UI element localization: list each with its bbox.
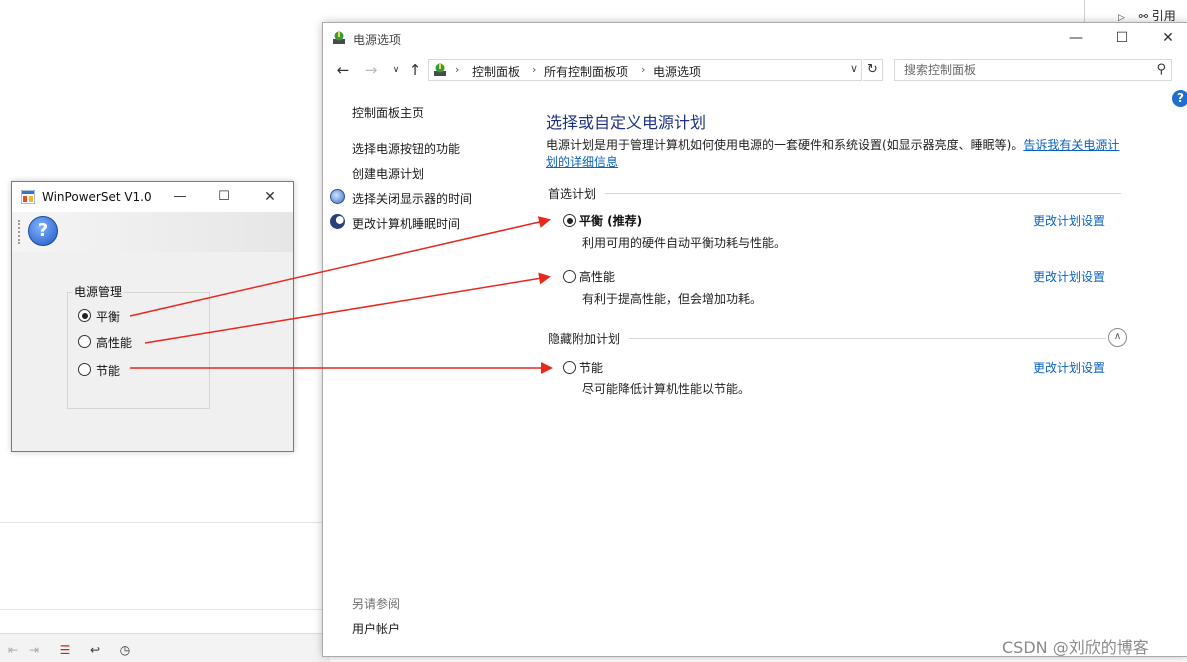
recent-dropdown-icon[interactable]: ∨ (387, 65, 405, 75)
window-title: WinPowerSet V1.0 (42, 190, 152, 204)
tree-item-label: 引用 (1151, 9, 1176, 23)
indent-icon[interactable]: ⇥ (26, 642, 42, 658)
plan-name-high-performance[interactable]: 高性能 (579, 268, 615, 285)
sidebar-link-sleep[interactable]: 更改计算机睡眠时间 (352, 215, 460, 232)
title-bar[interactable]: WinPowerSet V1.0 — ☐ ✕ (12, 182, 293, 212)
sidebar-link-create-plan[interactable]: 创建电源计划 (352, 165, 424, 182)
radio-power-saver[interactable] (78, 363, 91, 376)
plan-radio-high-performance[interactable] (563, 270, 576, 283)
power-group-label: 电源管理 (72, 283, 125, 300)
page-title: 选择或自定义电源计划 (546, 113, 707, 132)
outdent-icon[interactable]: ⇤ (5, 642, 21, 658)
display-timer-icon (330, 189, 345, 204)
power-options-window: 电源选项 — ☐ ✕ ← → ∨ ↑ › 控制面板 › 所有控制面板项 › 电源… (322, 22, 1187, 657)
ide-divider (0, 609, 330, 610)
clear-list-icon[interactable]: ☰ (57, 642, 73, 658)
power-options-icon (333, 31, 345, 44)
description-text: 电源计划是用于管理计算机如何使用电源的一套硬件和系统设置(如显示器亮度、睡眠等)… (546, 138, 1024, 152)
watermark-text: CSDN @刘欣的博客 (1002, 638, 1149, 657)
change-plan-settings-link[interactable]: 更改计划设置 (1033, 268, 1105, 285)
search-input[interactable] (895, 60, 1145, 80)
breadcrumb-all-items[interactable]: 所有控制面板项 (544, 63, 628, 80)
radio-high-performance[interactable] (78, 335, 91, 348)
close-button[interactable]: ✕ (1145, 23, 1187, 53)
plan-desc-balanced: 利用可用的硬件自动平衡功耗与性能。 (582, 236, 787, 250)
radio-label-power-saver[interactable]: 节能 (96, 362, 120, 379)
forward-arrow-icon[interactable]: → (362, 61, 380, 79)
help-icon[interactable]: ? (1172, 90, 1187, 107)
search-box: ⚲ (894, 59, 1172, 81)
plan-radio-balanced[interactable] (563, 214, 576, 227)
address-dropdown-icon[interactable]: ∨ (850, 62, 858, 75)
breadcrumb-power-options[interactable]: 电源选项 (653, 63, 701, 80)
ide-bottom-toolbar: ⇤ ⇥ ☰ ↩ ◷ (0, 633, 330, 662)
collapse-chevron-icon[interactable]: ∧ (1108, 328, 1127, 347)
preferred-plans-header: 首选计划 (548, 187, 597, 201)
minimize-button[interactable]: — (157, 182, 203, 212)
sidebar-link-display-off[interactable]: 选择关闭显示器的时间 (352, 190, 472, 207)
back-arrow-icon[interactable]: ← (334, 61, 352, 79)
help-icon[interactable]: ? (28, 216, 58, 246)
radio-label-high-performance[interactable]: 高性能 (96, 334, 132, 351)
hidden-plans-header: 隐藏附加计划 (548, 332, 621, 346)
winpowerset-window: WinPowerSet V1.0 — ☐ ✕ ? 电源管理 平衡 高性能 节能 (11, 181, 294, 452)
group-divider (629, 338, 1106, 339)
user-accounts-link[interactable]: 用户帐户 (352, 620, 400, 637)
sleep-moon-icon (330, 214, 345, 229)
title-bar[interactable]: 电源选项 — ☐ ✕ (323, 23, 1187, 53)
sidebar-home-link[interactable]: 控制面板主页 (352, 104, 424, 121)
change-plan-settings-link[interactable]: 更改计划设置 (1033, 359, 1105, 376)
panel-border (1084, 0, 1085, 24)
toolbar-grip[interactable] (18, 220, 20, 244)
plan-radio-power-saver[interactable] (563, 361, 576, 374)
navigation-bar: ← → ∨ ↑ › 控制面板 › 所有控制面板项 › 电源选项 ∨ ↻ ⚲ (323, 55, 1187, 85)
plan-name-balanced[interactable]: 平衡 (推荐) (579, 212, 642, 229)
breadcrumb-separator-icon[interactable]: › (641, 63, 645, 76)
breadcrumb-separator-icon[interactable]: › (455, 63, 459, 76)
up-arrow-icon[interactable]: ↑ (406, 61, 424, 79)
radio-label-balanced[interactable]: 平衡 (96, 308, 120, 325)
clock-icon[interactable]: ◷ (117, 642, 133, 658)
refresh-icon[interactable]: ↻ (863, 59, 883, 81)
change-plan-settings-link[interactable]: 更改计划设置 (1033, 212, 1105, 229)
plan-desc-high-performance: 有利于提高性能，但会增加功耗。 (582, 292, 763, 306)
close-button[interactable]: ✕ (247, 182, 293, 212)
plan-name-power-saver[interactable]: 节能 (579, 359, 603, 376)
radio-balanced[interactable] (78, 309, 91, 322)
toolbar: ? (12, 212, 293, 252)
see-also-title: 另请参阅 (352, 597, 401, 611)
address-bar[interactable]: › 控制面板 › 所有控制面板项 › 电源选项 ∨ (428, 59, 862, 81)
ide-divider (0, 522, 330, 523)
window-title: 电源选项 (353, 33, 402, 47)
breadcrumb-control-panel[interactable]: 控制面板 (472, 63, 520, 80)
word-wrap-icon[interactable]: ↩ (87, 642, 103, 658)
group-divider (605, 193, 1121, 194)
minimize-button[interactable]: — (1053, 23, 1099, 53)
search-icon[interactable]: ⚲ (1156, 62, 1166, 77)
maximize-button[interactable]: ☐ (201, 182, 247, 212)
plan-desc-power-saver: 尽可能降低计算机性能以节能。 (582, 382, 751, 396)
app-form-icon (21, 190, 35, 204)
maximize-button[interactable]: ☐ (1099, 23, 1145, 53)
power-options-icon (434, 63, 446, 76)
page-description: 电源计划是用于管理计算机如何使用电源的一套硬件和系统设置(如显示器亮度、睡眠等)… (546, 137, 1126, 171)
breadcrumb-separator-icon[interactable]: › (532, 63, 536, 76)
sidebar-link-power-buttons[interactable]: 选择电源按钮的功能 (352, 140, 460, 157)
